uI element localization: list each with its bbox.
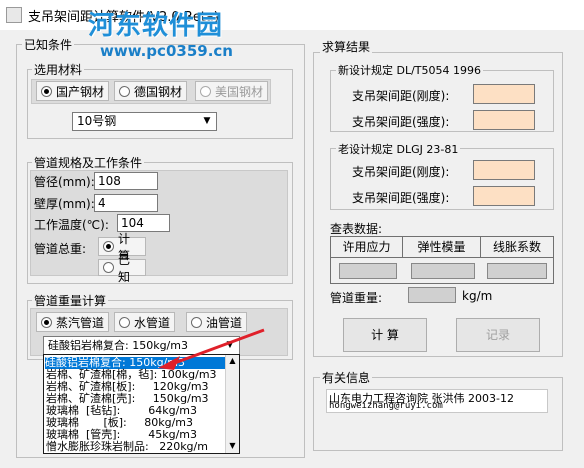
radio-indicator bbox=[41, 316, 52, 328]
chevron-down-icon: ▼ bbox=[203, 116, 211, 126]
pipe-weight-unit: kg/m bbox=[462, 289, 493, 303]
radio-domestic-steel[interactable]: 国产钢材 bbox=[36, 81, 110, 101]
elastic-modulus-output bbox=[411, 263, 475, 279]
pipe-weight-label: 管道重量: bbox=[330, 291, 383, 305]
radio-american-steel[interactable]: 美国钢材 bbox=[195, 81, 269, 101]
new-strength-output bbox=[473, 110, 535, 130]
radio-indicator bbox=[200, 85, 211, 97]
lookup-table: 许用应力 弹性模量 线胀系数 bbox=[330, 236, 554, 284]
old-rigid-label: 支吊架间距(刚度): bbox=[352, 165, 450, 179]
new-rigid-output bbox=[473, 84, 535, 104]
watermark-logo-text: 河东软件园 bbox=[88, 11, 224, 41]
allowable-stress-output bbox=[339, 263, 397, 279]
temperature-label: 工作温度(℃): bbox=[34, 218, 109, 232]
table-header-cell: 许用应力 bbox=[331, 237, 403, 257]
radio-indicator bbox=[103, 241, 114, 252]
scroll-down-icon[interactable]: ▼ bbox=[228, 441, 237, 450]
pipe-weight-output bbox=[408, 287, 456, 303]
radio-indicator bbox=[119, 85, 130, 97]
info-box: 山东电力工程咨询院 张洪伟 2003-12 hongweizhang@ruyi.… bbox=[326, 389, 548, 413]
calculate-button[interactable]: 计 算 bbox=[343, 318, 427, 352]
new-strength-label: 支吊架间距(强度): bbox=[352, 115, 450, 129]
list-item[interactable]: 憎水膨胀珍珠岩制品: 220kg/m bbox=[46, 441, 208, 453]
radio-label: 蒸汽管道 bbox=[56, 315, 105, 330]
diameter-input[interactable]: 108 bbox=[94, 172, 158, 190]
radio-label: 德国钢材 bbox=[134, 84, 183, 99]
diameter-label: 管径(mm): bbox=[34, 175, 95, 189]
table-header-cell: 线胀系数 bbox=[492, 240, 541, 254]
pipe-spec-title: 管道规格及工作条件 bbox=[32, 154, 145, 171]
old-strength-output bbox=[473, 186, 535, 206]
radio-german-steel[interactable]: 德国钢材 bbox=[114, 81, 188, 101]
info-email: hongweizhang@ruyi.com bbox=[329, 401, 443, 411]
radio-indicator bbox=[119, 316, 130, 328]
table-divider bbox=[331, 257, 553, 258]
info-title: 有关信息 bbox=[320, 369, 373, 386]
table-header-cell: 弹性模量 bbox=[403, 237, 481, 257]
radio-indicator bbox=[103, 262, 114, 273]
new-rigid-label: 支吊架间距(刚度): bbox=[352, 89, 450, 103]
material-select-value: 10号钢 bbox=[77, 114, 117, 128]
app-icon bbox=[6, 7, 22, 23]
radio-label: 国产钢材 bbox=[56, 84, 105, 99]
thickness-input[interactable]: 4 bbox=[94, 194, 158, 212]
record-button[interactable]: 记录 bbox=[456, 318, 540, 352]
thickness-label: 壁厚(mm): bbox=[34, 197, 95, 211]
radio-steam-pipe[interactable]: 蒸汽管道 bbox=[36, 312, 110, 332]
expansion-coef-output bbox=[487, 263, 547, 279]
lookup-title: 查表数据: bbox=[330, 222, 383, 236]
old-standard-title: 老设计规定 DLGJ 23-81 bbox=[336, 141, 461, 157]
total-weight-label: 管道总重: bbox=[34, 242, 87, 256]
known-conditions-title: 已知条件 bbox=[22, 36, 75, 53]
material-select[interactable]: 10号钢 ▼ bbox=[72, 112, 217, 131]
red-arrow-annotation bbox=[158, 328, 265, 370]
new-standard-title: 新设计规定 DL/T5054 1996 bbox=[336, 62, 484, 78]
results-title: 求算结果 bbox=[320, 38, 373, 55]
old-rigid-output bbox=[473, 160, 535, 180]
radio-indicator bbox=[41, 85, 52, 97]
radio-label: 已知 bbox=[118, 252, 131, 284]
radio-weight-known[interactable]: 已知 bbox=[98, 253, 146, 284]
material-title: 选用材料 bbox=[32, 61, 85, 78]
radio-label: 美国钢材 bbox=[215, 84, 264, 99]
pipe-weight-title: 管道重量计算 bbox=[32, 292, 109, 309]
old-strength-label: 支吊架间距(强度): bbox=[352, 191, 450, 205]
